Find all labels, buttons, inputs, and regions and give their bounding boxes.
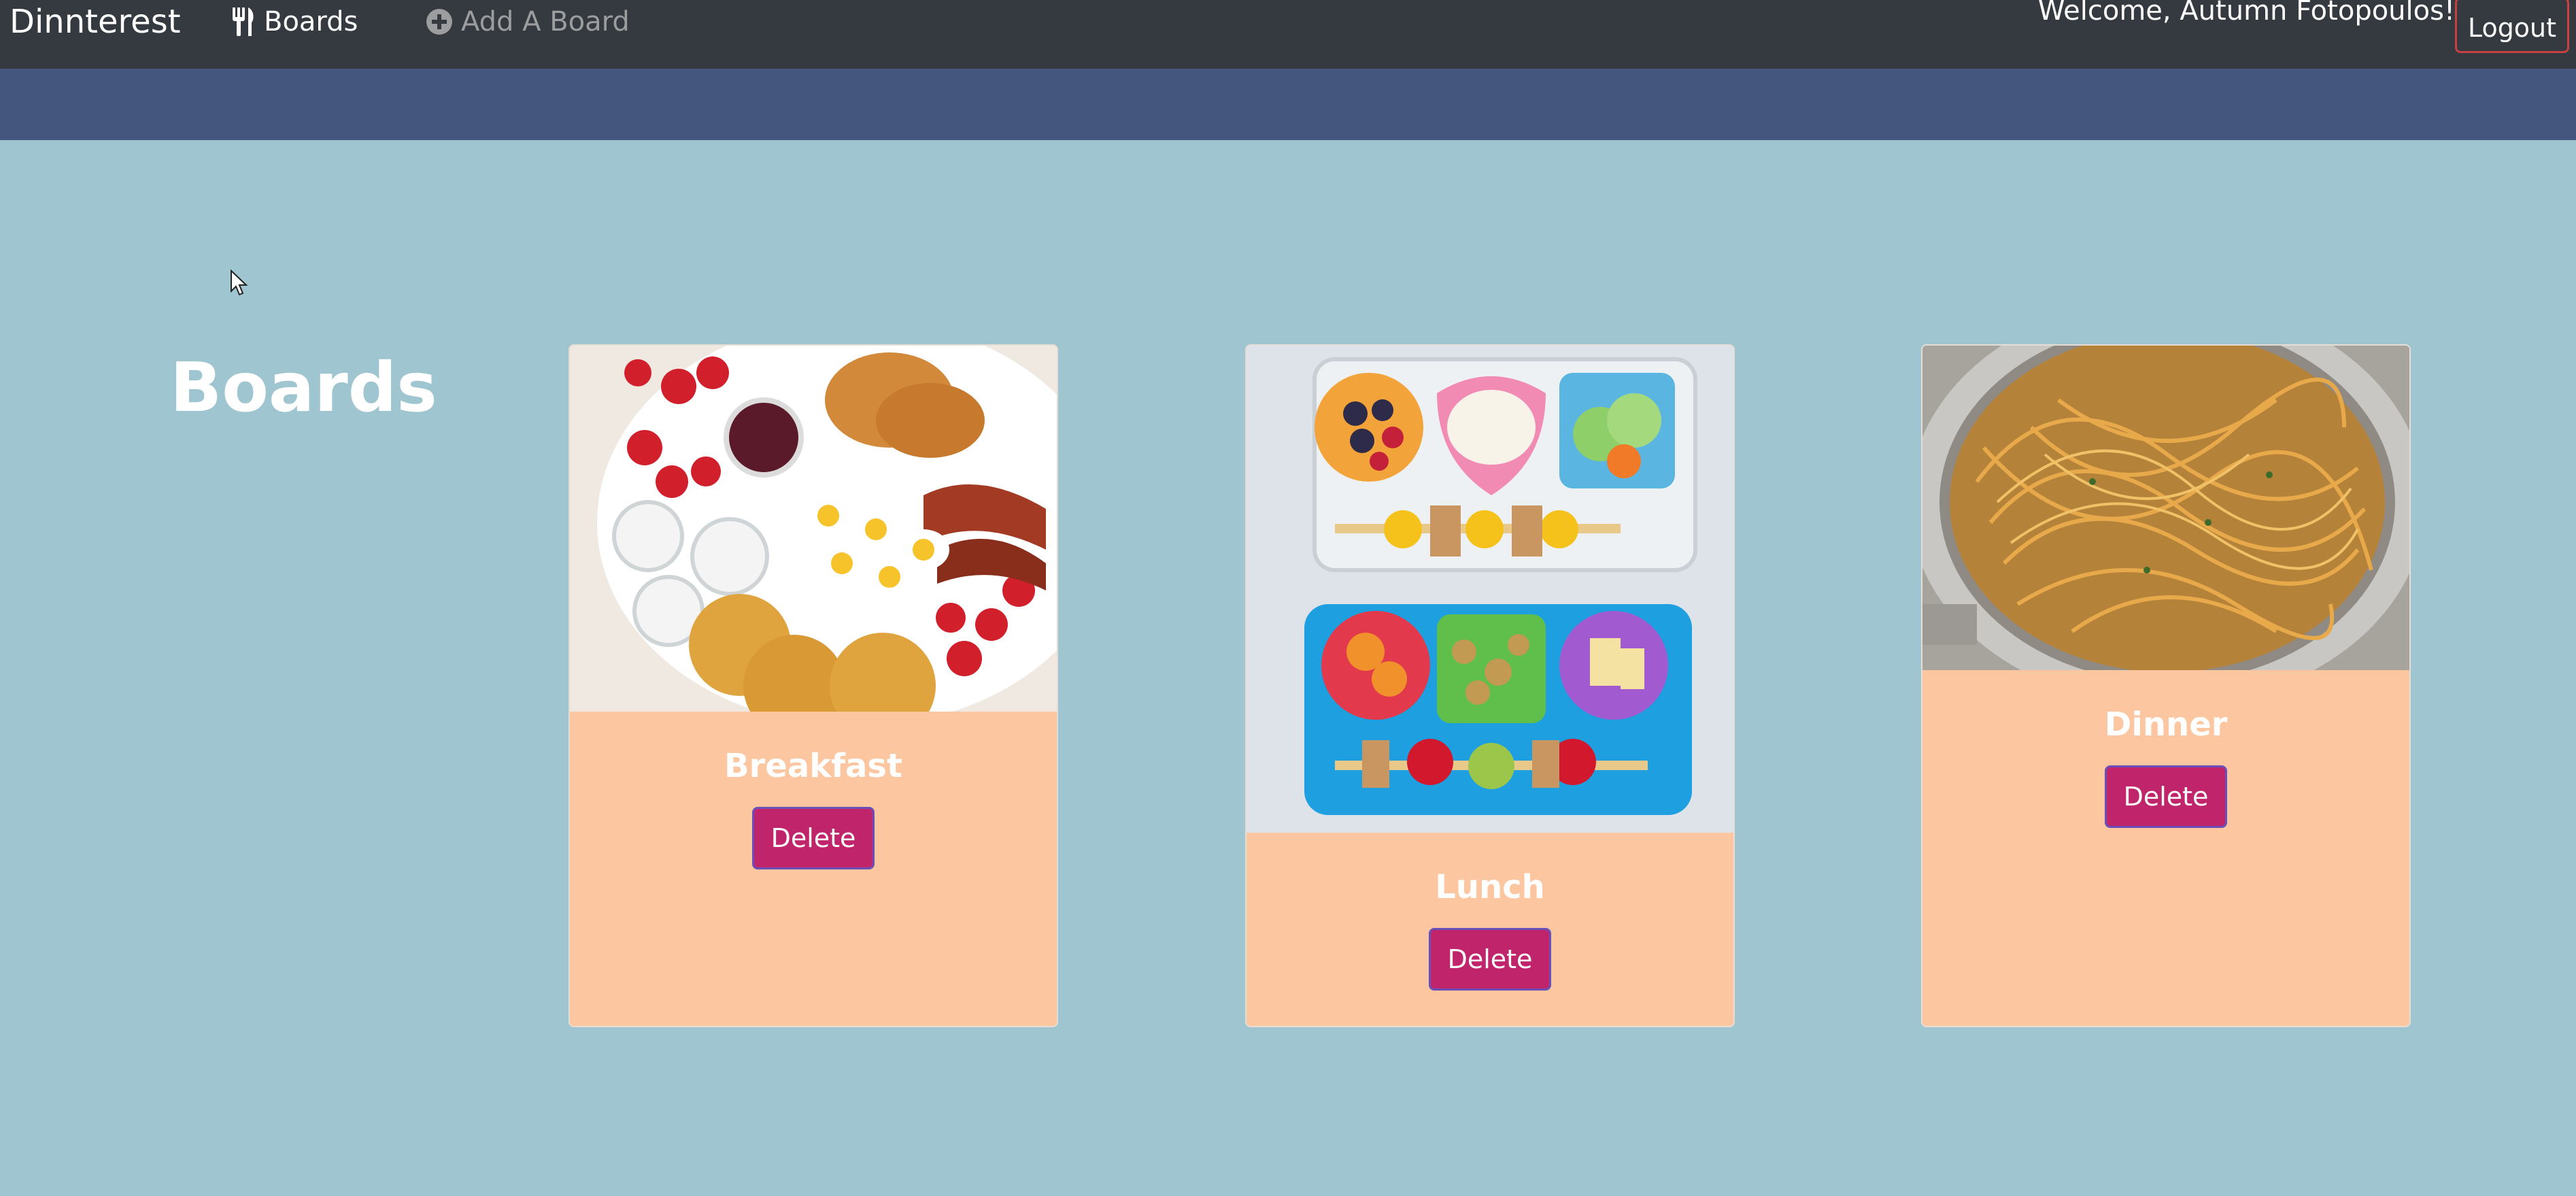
nav-add-board-link[interactable]: Add A Board: [426, 1, 630, 42]
mouse-cursor-icon: [230, 269, 248, 299]
brand-link[interactable]: Dinnterest: [10, 1, 181, 42]
plus-circle-icon: [426, 8, 453, 35]
welcome-text: Welcome, Autumn Fotopoulos!: [2037, 0, 2455, 27]
utensils-icon: [231, 7, 256, 36]
board-image-dinner: [1922, 346, 2409, 670]
board-card-breakfast[interactable]: Breakfast Delete: [569, 344, 1058, 1027]
nav-boards-label: Boards: [264, 6, 358, 37]
board-card-lunch[interactable]: Lunch Delete: [1245, 344, 1735, 1027]
delete-dinner-button[interactable]: Delete: [2105, 765, 2227, 828]
board-title-dinner: Dinner: [2104, 705, 2228, 744]
board-image-breakfast: [570, 346, 1057, 712]
logout-button[interactable]: Logout: [2455, 0, 2569, 53]
board-card-dinner[interactable]: Dinner Delete: [1921, 344, 2411, 1027]
nav-add-board-label: Add A Board: [461, 6, 630, 37]
page-title: Boards: [170, 348, 437, 427]
delete-breakfast-button[interactable]: Delete: [752, 807, 875, 869]
delete-lunch-button[interactable]: Delete: [1429, 928, 1551, 991]
board-title-breakfast: Breakfast: [724, 747, 902, 785]
board-image-lunch: [1247, 346, 1733, 833]
board-title-lunch: Lunch: [1435, 868, 1545, 906]
nav-boards-link[interactable]: Boards: [231, 1, 358, 42]
top-navbar: Dinnterest Boards Add A Board Welcome, A…: [0, 0, 2576, 69]
sub-header-bar: [0, 69, 2576, 140]
